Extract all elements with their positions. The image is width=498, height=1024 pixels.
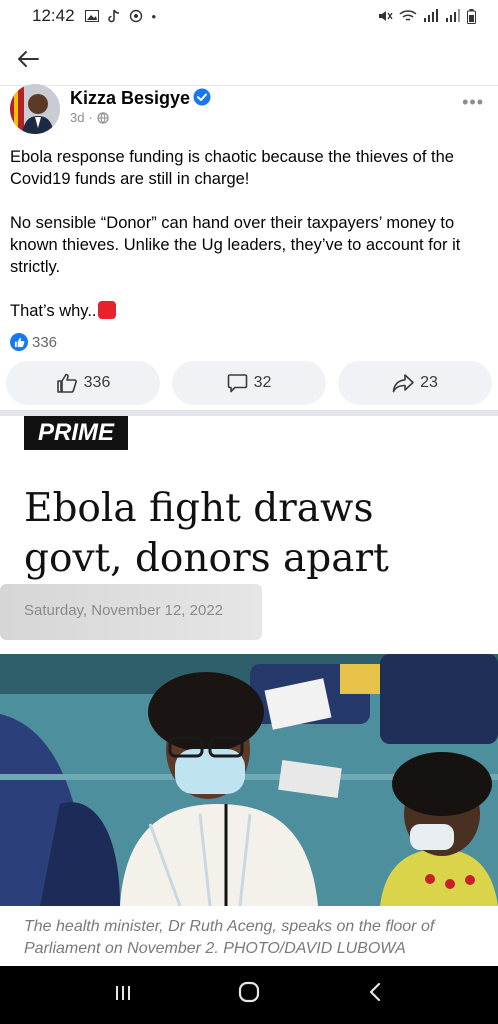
signal-icon [424,9,438,22]
like-button[interactable]: 336 [6,361,160,405]
reaction-count: 336 [32,333,58,351]
system-navigation-bar [0,966,498,1024]
article-date-box: Saturday, November 12, 2022 [0,584,262,640]
dot-icon: • [151,8,157,24]
more-options-icon[interactable]: ••• [462,92,484,113]
battery-icon [467,8,476,24]
article-headline: Ebola fight draws govt, donors apart [24,486,389,581]
article-photo [0,654,498,906]
comment-count: 32 [253,374,272,391]
verified-badge-icon [193,88,211,106]
shared-article-image[interactable]: PRIME Ebola fight draws govt, donors apa… [0,416,498,966]
whatsapp-icon [129,9,142,23]
reactions-summary[interactable]: 336 [10,333,57,351]
recent-apps-icon[interactable] [103,982,143,1008]
red-square-emoji-icon [97,301,116,319]
comment-button[interactable]: 32 [172,361,326,405]
top-nav-bar [0,32,498,86]
author-name[interactable]: Kizza Besigye [70,88,190,109]
tiktok-icon [107,9,119,23]
post-body: Ebola response funding is chaotic becaus… [10,146,488,344]
back-arrow-icon[interactable] [14,45,42,73]
share-button[interactable]: 23 [338,361,492,405]
avatar[interactable] [10,84,60,134]
post-time: 3d [70,110,85,125]
mute-icon [379,11,393,21]
back-icon[interactable] [355,981,395,1009]
like-count: 336 [83,374,111,391]
home-icon[interactable] [229,981,269,1009]
post-header: Kizza Besigye 3d · ••• [0,84,498,138]
post-paragraph: No sensible “Donor” can hand over their … [10,214,465,276]
thumbs-up-icon [56,373,77,393]
image-icon [84,10,99,22]
meta-separator: · [88,110,93,125]
status-time: 12:42 [32,6,75,25]
wifi-icon [399,10,417,21]
like-reaction-icon [10,333,28,351]
status-bar: 12:42 • [0,0,498,32]
globe-icon [97,111,109,124]
prime-tag: PRIME [24,416,128,450]
share-icon [392,374,414,393]
signal-icon [446,9,460,22]
post-paragraph: Ebola response funding is chaotic becaus… [10,148,459,188]
article-date: Saturday, November 12, 2022 [24,602,224,619]
share-count: 23 [420,374,438,391]
post-actions: 336 32 23 [6,361,492,405]
photo-caption: The health minister, Dr Ruth Aceng, spea… [24,918,435,957]
post-paragraph: That’s why.. [10,302,97,320]
comment-icon [227,374,247,393]
